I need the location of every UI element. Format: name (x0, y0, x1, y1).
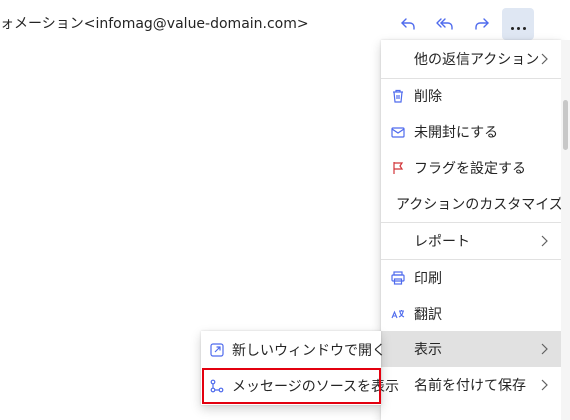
menu-item-label: 翻訳 (414, 307, 442, 323)
menu-item-label: アクションのカスタマイズ (396, 197, 563, 213)
trash-icon (393, 89, 403, 103)
more-icon (509, 15, 527, 34)
reply-icon (401, 18, 415, 30)
menu-item-label: 名前を付けて保存 (414, 378, 526, 394)
menu-item-label: 印刷 (414, 271, 442, 287)
highlight-box (202, 368, 381, 404)
menu-item-label: フラグを設定する (414, 161, 526, 177)
chevron-right-icon (541, 53, 548, 65)
menu-item-report[interactable]: レポート (381, 223, 561, 259)
menu-item-label: 他の返信アクション (414, 52, 540, 68)
open-new-window-icon (210, 343, 224, 357)
menu-item-delete[interactable]: 削除 (381, 78, 561, 114)
chevron-right-icon (541, 343, 548, 355)
forward-button[interactable] (466, 8, 498, 40)
menu-item-label: 削除 (414, 89, 442, 105)
menu-item-label: 未開封にする (414, 125, 499, 141)
submenu-item-open-new-window[interactable]: 新しいウィンドウで開く (201, 332, 386, 368)
more-actions-menu: 他の返信アクション 削除 未開封にする フラグを設定する アクションのカスタマイ… (381, 40, 563, 420)
menu-item-mark-unread[interactable]: 未開封にする (381, 114, 561, 150)
translate-icon (391, 310, 405, 319)
menu-item-more-reply-actions[interactable]: 他の返信アクション (381, 41, 561, 77)
submenu-item-label: 新しいウィンドウで開く (232, 343, 386, 359)
flag-icon (393, 162, 404, 174)
mail-icon (391, 127, 405, 138)
more-actions-button[interactable] (502, 8, 534, 40)
chevron-right-icon (541, 379, 548, 391)
menu-item-flag[interactable]: フラグを設定する (381, 150, 561, 186)
reply-all-icon (436, 18, 453, 30)
menu-scrollbar[interactable] (561, 40, 570, 420)
menu-item-print[interactable]: 印刷 (381, 260, 561, 296)
chevron-right-icon (541, 235, 548, 247)
reply-button[interactable] (392, 8, 424, 40)
menu-item-customize-actions[interactable]: アクションのカスタマイズ (381, 186, 563, 222)
sender-address: ォメーション<infomag@value-domain.com> (0, 16, 309, 32)
forward-icon (475, 18, 489, 30)
menu-item-save-as[interactable]: 名前を付けて保存 (381, 367, 561, 403)
menu-item-translate[interactable]: 翻訳 (381, 296, 561, 332)
menu-item-label: 表示 (414, 342, 442, 358)
print-icon (391, 271, 405, 285)
menu-item-view[interactable]: 表示 (381, 331, 561, 367)
reply-all-button[interactable] (429, 8, 461, 40)
scrollbar-thumb[interactable] (563, 100, 568, 150)
menu-item-label: レポート (414, 234, 470, 250)
